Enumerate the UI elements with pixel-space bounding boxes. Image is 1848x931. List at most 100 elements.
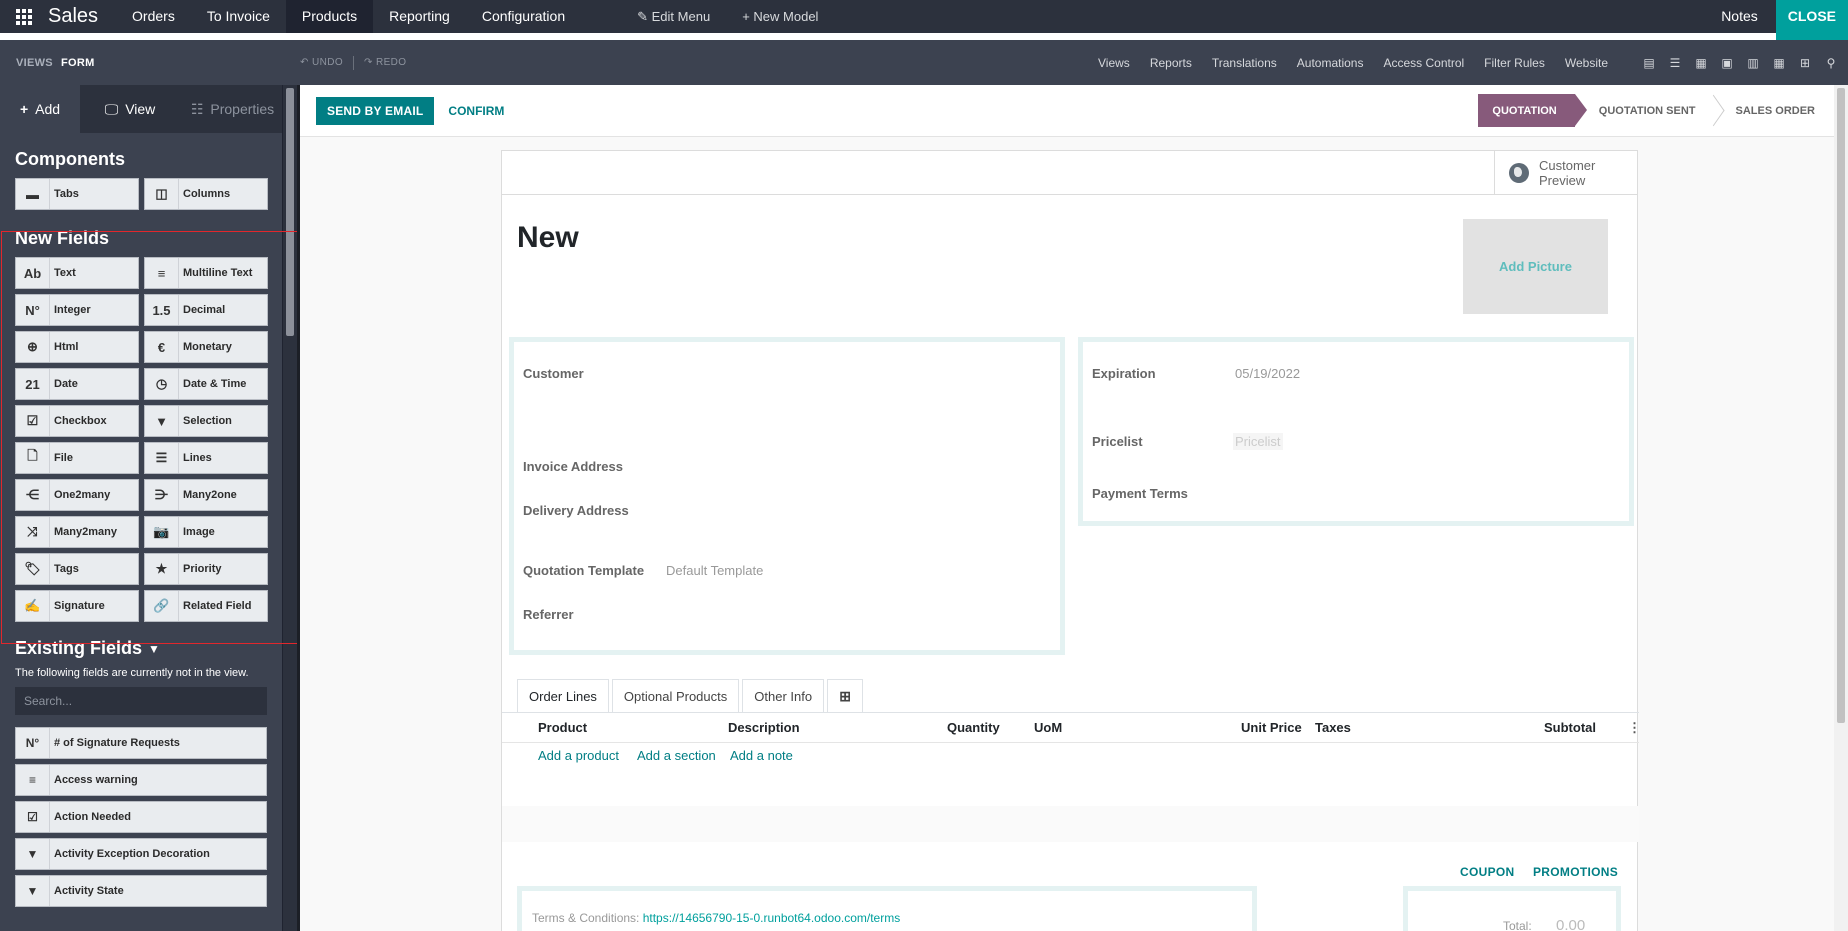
new-field-priority[interactable]: ★ Priority (144, 553, 268, 585)
existing-fields-heading[interactable]: Existing Fields ▼ (15, 638, 297, 659)
delivery-address-label[interactable]: Delivery Address (523, 503, 629, 518)
main-scrollbar[interactable] (1834, 85, 1848, 931)
subbar-views[interactable]: Views (1088, 56, 1140, 70)
confirm-button[interactable]: CONFIRM (448, 104, 504, 118)
column-unit-price[interactable]: Unit Price (1241, 720, 1302, 735)
expiration-value[interactable]: 05/19/2022 (1235, 366, 1300, 381)
coupon-button[interactable]: COUPON (1460, 865, 1514, 879)
form-view-icon[interactable]: ▤ (1636, 56, 1662, 70)
quotation-template-label[interactable]: Quotation Template (523, 563, 644, 578)
column-taxes[interactable]: Taxes (1315, 720, 1351, 735)
edit-menu-button[interactable]: ✎ Edit Menu (621, 0, 726, 33)
new-field-monetary[interactable]: € Monetary (144, 331, 268, 363)
subbar-filter-rules[interactable]: Filter Rules (1474, 56, 1555, 70)
subbar-automations[interactable]: Automations (1287, 56, 1374, 70)
invoice-address-label[interactable]: Invoice Address (523, 459, 623, 474)
payment-terms-label[interactable]: Payment Terms (1092, 486, 1188, 501)
customer-preview-button[interactable]: Customer Preview (1494, 151, 1637, 194)
new-field-decimal[interactable]: 1.5 Decimal (144, 294, 268, 326)
new-field-lines[interactable]: ☰ Lines (144, 442, 268, 474)
grid-view-icon[interactable]: ⊞ (1792, 56, 1818, 70)
quotation-template-value[interactable]: Default Template (666, 563, 763, 578)
left-field-group[interactable]: Customer Invoice Address Delivery Addres… (509, 337, 1065, 655)
new-field-integer[interactable]: N° Integer (15, 294, 139, 326)
menu-orders[interactable]: Orders (116, 0, 191, 33)
record-title[interactable]: New (517, 221, 579, 255)
sidebar-scrollbar[interactable] (283, 85, 297, 931)
new-field-one2many[interactable]: ⋲ One2many (15, 479, 139, 511)
component-columns[interactable]: ◫ Columns (144, 178, 268, 210)
close-studio-button[interactable]: CLOSE (1775, 0, 1848, 40)
existing-field-access-warning[interactable]: ≡ Access warning (15, 764, 267, 796)
new-field-multiline-text[interactable]: ≡ Multiline Text (144, 257, 268, 289)
existing-fields-search-input[interactable]: Search... (15, 687, 267, 715)
total-group[interactable]: Total: 0.00 (1403, 886, 1621, 931)
kanban-view-icon[interactable]: ▦ (1688, 56, 1714, 70)
list-view-icon[interactable]: ☰ (1662, 56, 1688, 70)
new-field-checkbox[interactable]: ☑ Checkbox (15, 405, 139, 437)
graph-view-icon[interactable]: ▥ (1740, 56, 1766, 70)
column-quantity[interactable]: Quantity (947, 720, 1000, 735)
redo-button[interactable]: ↷ REDO (364, 57, 406, 68)
app-brand[interactable]: Sales (48, 5, 98, 28)
search-view-icon[interactable]: ⚲ (1818, 56, 1844, 70)
menu-reporting[interactable]: Reporting (373, 0, 466, 33)
add-section-link[interactable]: Add a section (637, 748, 716, 763)
subbar-reports[interactable]: Reports (1140, 56, 1202, 70)
customer-label[interactable]: Customer (523, 366, 584, 381)
stage-sales-order[interactable]: SALES ORDER (1722, 94, 1829, 127)
terms-group[interactable]: Terms & Conditions: https://14656790-15-… (517, 886, 1257, 931)
tab-properties[interactable]: ☷ Properties (180, 85, 285, 133)
existing-field-activity-state[interactable]: ▼ Activity State (15, 875, 267, 907)
existing-field-activity-exception-decoration[interactable]: ▼ Activity Exception Decoration (15, 838, 267, 870)
pivot-view-icon[interactable]: ▦ (1766, 56, 1792, 70)
new-model-button[interactable]: + New Model (726, 0, 834, 33)
existing-field-action-needed[interactable]: ☑ Action Needed (15, 801, 267, 833)
menu-to-invoice[interactable]: To Invoice (191, 0, 286, 33)
tab-add[interactable]: + Add (0, 85, 80, 133)
expiration-label[interactable]: Expiration (1092, 366, 1156, 381)
subbar-access-control[interactable]: Access Control (1373, 56, 1474, 70)
new-field-many2one[interactable]: ⋺ Many2one (144, 479, 268, 511)
stage-quotation-sent[interactable]: QUOTATION SENT (1575, 94, 1710, 127)
new-field-file[interactable]: 🗋 File (15, 442, 139, 474)
menu-products[interactable]: Products (285, 0, 374, 33)
component-tabs[interactable]: ▬ Tabs (15, 178, 139, 210)
tab-view[interactable]: 🖵 View (80, 85, 180, 133)
promotions-button[interactable]: PROMOTIONS (1533, 865, 1618, 879)
add-tab-button[interactable]: ⊞ (827, 679, 864, 713)
menu-configuration[interactable]: Configuration (466, 0, 581, 33)
add-product-link[interactable]: Add a product (538, 748, 619, 763)
tab-optional-products[interactable]: Optional Products (611, 679, 740, 713)
new-field-image[interactable]: 📷 Image (144, 516, 268, 548)
column-uom[interactable]: UoM (1034, 720, 1062, 735)
undo-button[interactable]: ↶ UNDO (300, 57, 343, 68)
subbar-website[interactable]: Website (1555, 56, 1618, 70)
pricelist-input[interactable]: Pricelist (1233, 433, 1283, 450)
apps-menu-icon[interactable] (0, 0, 48, 33)
new-field-many2many[interactable]: ⤨ Many2many (15, 516, 139, 548)
send-by-email-button[interactable]: SEND BY EMAIL (316, 96, 435, 125)
notes-button[interactable]: Notes (1703, 0, 1776, 33)
column-description[interactable]: Description (728, 720, 800, 735)
stage-quotation[interactable]: QUOTATION (1478, 94, 1588, 127)
tab-order-lines[interactable]: Order Lines (517, 679, 609, 713)
new-field-related-field[interactable]: 🔗 Related Field (144, 590, 268, 622)
add-picture-button[interactable]: Add Picture (1463, 219, 1608, 314)
optional-columns-icon[interactable]: ⋮ (1628, 720, 1641, 736)
new-field-date-time[interactable]: ◷ Date & Time (144, 368, 268, 400)
pricelist-label[interactable]: Pricelist (1092, 434, 1143, 449)
calendar-view-icon[interactable]: ▣ (1714, 56, 1740, 70)
tab-other-info[interactable]: Other Info (742, 679, 825, 713)
terms-link[interactable]: https://14656790-15-0.runbot64.odoo.com/… (643, 911, 901, 925)
new-field-html[interactable]: ⊕ Html (15, 331, 139, 363)
new-field-date[interactable]: 21 Date (15, 368, 139, 400)
right-field-group[interactable]: Expiration 05/19/2022 Pricelist Pricelis… (1078, 337, 1634, 526)
new-field-signature[interactable]: ✍ Signature (15, 590, 139, 622)
new-field-tags[interactable]: 🏷 Tags (15, 553, 139, 585)
breadcrumb-views[interactable]: VIEWS (16, 57, 53, 69)
existing-field-of-signature-requests[interactable]: N° # of Signature Requests (15, 727, 267, 759)
referrer-label[interactable]: Referrer (523, 607, 574, 622)
new-field-text[interactable]: Ab Text (15, 257, 139, 289)
subbar-translations[interactable]: Translations (1202, 56, 1287, 70)
